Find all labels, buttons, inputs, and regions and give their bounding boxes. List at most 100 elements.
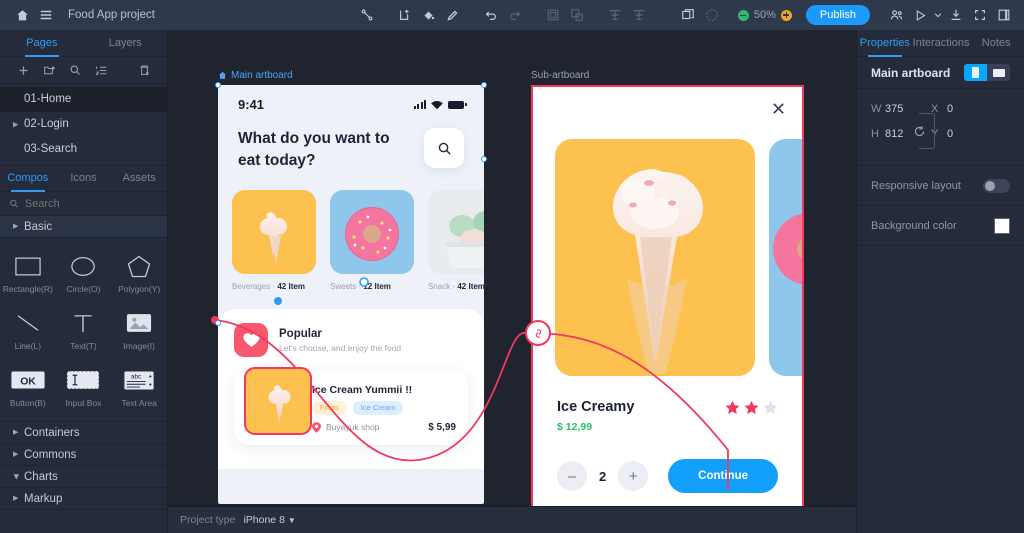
link-chain-icon[interactable] bbox=[525, 320, 551, 346]
x-value[interactable]: 0 bbox=[947, 103, 993, 115]
tab-icons[interactable]: Icons bbox=[56, 165, 112, 192]
add-folder-icon[interactable] bbox=[36, 64, 62, 77]
selection-handle-br[interactable] bbox=[481, 156, 487, 162]
tab-compos[interactable]: Compos bbox=[0, 165, 56, 192]
selection-handle-bl[interactable] bbox=[215, 320, 221, 326]
category-card-sweets[interactable]: Sweets · 12 Item bbox=[330, 190, 414, 291]
phone-search-button[interactable] bbox=[424, 128, 464, 168]
component-image[interactable]: Image(I) bbox=[111, 303, 167, 360]
paint-bucket-icon[interactable] bbox=[417, 0, 441, 30]
ungroup-icon[interactable] bbox=[565, 0, 589, 30]
align-left-icon[interactable] bbox=[603, 0, 627, 30]
fullscreen-icon[interactable] bbox=[968, 0, 992, 30]
category-card-beverages[interactable]: Beverages · 42 Item bbox=[232, 190, 316, 291]
component-button[interactable]: OK Button(B) bbox=[0, 360, 56, 417]
background-color-swatch[interactable] bbox=[994, 217, 1010, 234]
component-search[interactable] bbox=[0, 192, 167, 216]
component-rectangle[interactable]: Rectangle(R) bbox=[0, 246, 56, 303]
page-item-03-search[interactable]: 03-Search bbox=[0, 137, 167, 162]
sort-list-icon[interactable] bbox=[88, 64, 114, 77]
add-page-icon[interactable] bbox=[10, 64, 36, 77]
tab-pages[interactable]: Pages bbox=[0, 30, 84, 57]
component-text[interactable]: Text(T) bbox=[56, 303, 112, 360]
design-canvas[interactable]: Main artboard Sub-artboard 9:41 What do … bbox=[168, 30, 856, 533]
polygon-icon bbox=[127, 253, 151, 279]
increase-quantity-button[interactable]: + bbox=[618, 461, 649, 491]
decrease-quantity-button[interactable]: – bbox=[557, 461, 587, 491]
aspect-ratio-lock-icon[interactable] bbox=[912, 124, 927, 144]
close-icon[interactable] bbox=[771, 101, 786, 121]
pencil-icon[interactable] bbox=[441, 0, 465, 30]
project-type-value[interactable]: iPhone 8 ▼ bbox=[243, 514, 295, 526]
tab-notes[interactable]: Notes bbox=[968, 30, 1024, 57]
y-value[interactable]: 0 bbox=[947, 128, 993, 140]
food-footer: Buyayuk shop $ 5,99 bbox=[312, 422, 456, 433]
detail-next-image[interactable] bbox=[769, 139, 802, 376]
toggle-panel-icon[interactable] bbox=[992, 0, 1016, 30]
input-box-icon bbox=[66, 367, 101, 393]
redo-icon[interactable] bbox=[503, 0, 527, 30]
publish-button[interactable]: Publish bbox=[805, 5, 870, 25]
food-card[interactable]: Ice Cream Yummii !! Fruits Ice Cream Buy… bbox=[234, 367, 468, 445]
tab-properties[interactable]: Properties bbox=[857, 30, 913, 57]
duplicate-icon[interactable] bbox=[676, 0, 700, 30]
tab-interactions[interactable]: Interactions bbox=[913, 30, 970, 57]
play-preview-icon[interactable] bbox=[908, 0, 932, 30]
pen-path-icon[interactable] bbox=[355, 0, 379, 30]
popular-header: Popular Let's choose, and enjoy the food bbox=[234, 323, 468, 357]
group-charts[interactable]: ▶ Charts bbox=[0, 466, 167, 488]
add-artboard-icon[interactable] bbox=[393, 0, 417, 30]
download-icon[interactable] bbox=[944, 0, 968, 30]
selection-handle-tl[interactable] bbox=[215, 82, 221, 88]
landscape-icon bbox=[992, 68, 1005, 77]
zoom-out-icon[interactable] bbox=[737, 9, 749, 21]
width-x-row: W 375 X 0 bbox=[871, 103, 1010, 115]
responsive-layout-toggle[interactable] bbox=[983, 178, 1010, 193]
rating-stars bbox=[725, 400, 778, 415]
search-icon bbox=[438, 142, 451, 155]
selection-handle-tr[interactable] bbox=[481, 82, 487, 88]
page-label: 02-Login bbox=[24, 118, 69, 130]
detail-main-image[interactable] bbox=[555, 139, 755, 376]
search-input[interactable] bbox=[24, 197, 158, 210]
component-polygon[interactable]: Polygon(Y) bbox=[111, 246, 167, 303]
orientation-landscape-button[interactable] bbox=[987, 64, 1010, 81]
group-markup[interactable]: ▶ Markup bbox=[0, 488, 167, 510]
component-label: Circle(O) bbox=[66, 284, 101, 294]
undo-icon[interactable] bbox=[479, 0, 503, 30]
component-circle[interactable]: Circle(O) bbox=[56, 246, 112, 303]
page-item-01-home[interactable]: 01-Home bbox=[0, 87, 167, 112]
orientation-portrait-button[interactable] bbox=[964, 64, 987, 81]
properties-header: Main artboard bbox=[857, 57, 1024, 89]
page-item-02-login[interactable]: ▶ 02-Login bbox=[0, 112, 167, 137]
group-containers[interactable]: ▶ Containers bbox=[0, 422, 167, 444]
hamburger-menu-icon[interactable] bbox=[34, 0, 58, 30]
group-icon[interactable] bbox=[541, 0, 565, 30]
component-label: Polygon(Y) bbox=[118, 284, 161, 294]
component-input-box[interactable]: Input Box bbox=[56, 360, 112, 417]
category-card-snack[interactable]: Snack · 42 Item bbox=[428, 190, 484, 291]
main-artboard-label[interactable]: Main artboard bbox=[218, 70, 293, 81]
component-line[interactable]: Line(L) bbox=[0, 303, 56, 360]
main-artboard-phone[interactable]: 9:41 What do you want to eat today? Beve… bbox=[218, 85, 484, 504]
align-right-icon[interactable] bbox=[627, 0, 651, 30]
zoom-in-icon[interactable] bbox=[780, 9, 792, 21]
category-image bbox=[232, 190, 316, 274]
category-meta: Snack · 42 Item bbox=[428, 282, 484, 291]
target-icon[interactable] bbox=[700, 0, 724, 30]
continue-button[interactable]: Continue bbox=[668, 459, 778, 493]
sub-artboard-detail[interactable]: Ice Creamy $ 12,99 – 2 + Continue bbox=[531, 85, 804, 519]
collaborators-icon[interactable] bbox=[884, 0, 908, 30]
tab-layers[interactable]: Layers bbox=[84, 30, 168, 57]
delete-page-icon[interactable] bbox=[131, 64, 157, 77]
search-icon[interactable] bbox=[62, 64, 88, 76]
chevron-down-icon[interactable] bbox=[932, 0, 944, 30]
component-text-area[interactable]: abc Text Area bbox=[111, 360, 167, 417]
food-image[interactable] bbox=[244, 367, 312, 435]
component-label: Button(B) bbox=[9, 398, 46, 408]
home-icon[interactable] bbox=[10, 0, 34, 30]
tab-assets[interactable]: Assets bbox=[111, 165, 167, 192]
sub-artboard-label[interactable]: Sub-artboard bbox=[531, 70, 589, 81]
group-commons[interactable]: ▶ Commons bbox=[0, 444, 167, 466]
group-basic[interactable]: ▶ Basic bbox=[0, 216, 167, 238]
